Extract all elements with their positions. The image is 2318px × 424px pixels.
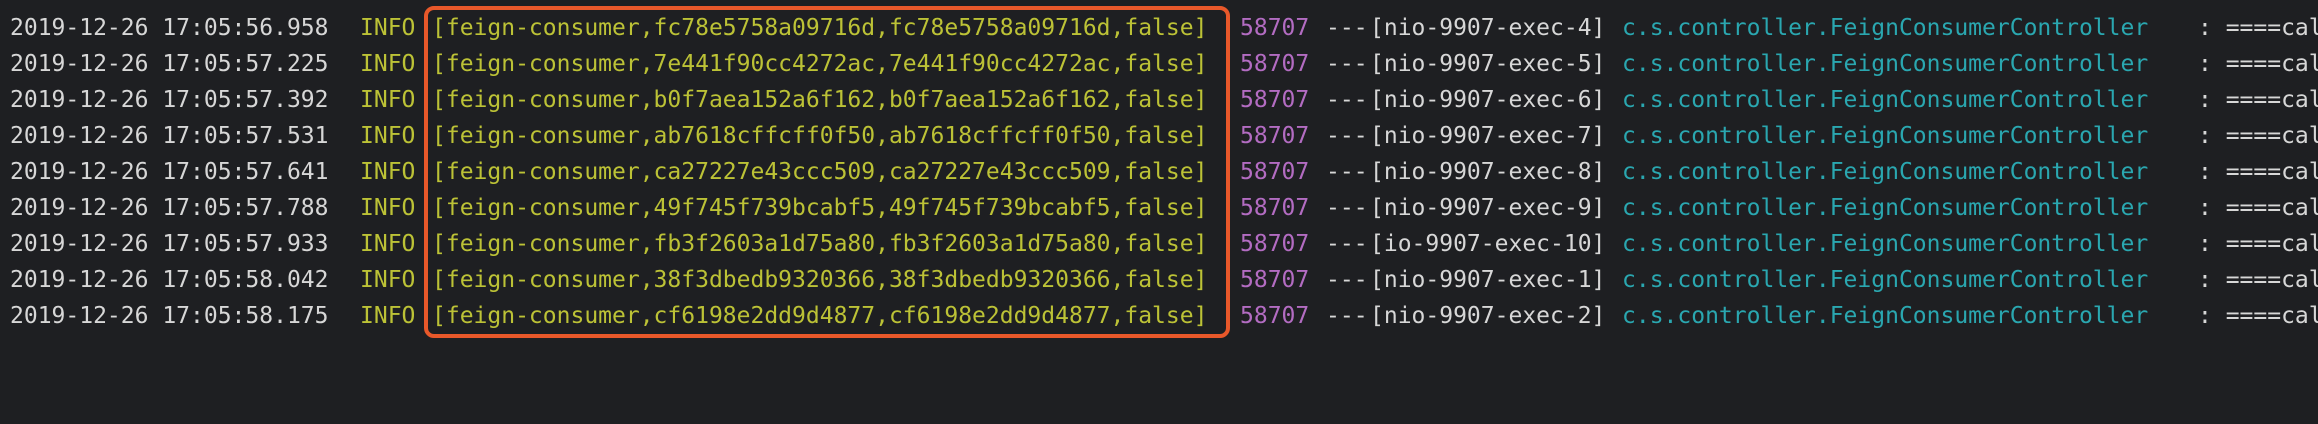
log-separator: --- [1326, 231, 1368, 257]
log-message: : ====cal [2198, 87, 2318, 113]
log-message: : ====cal [2198, 51, 2318, 77]
log-separator: --- [1326, 267, 1368, 293]
log-logger: c.s.controller.FeignConsumerController [1622, 87, 2149, 113]
log-thread: [nio-9907-exec-1] [1370, 267, 1606, 293]
log-logger: c.s.controller.FeignConsumerController [1622, 159, 2149, 185]
log-trace-info: [feign-consumer,ab7618cffcff0f50,ab7618c… [432, 123, 1208, 149]
log-thread: [nio-9907-exec-6] [1370, 87, 1606, 113]
log-thread: [nio-9907-exec-8] [1370, 159, 1606, 185]
log-pid: 58707 [1240, 123, 1310, 149]
log-line: 2019-12-26 17:05:57.933 INFO [feign-cons… [10, 226, 2318, 262]
log-message: : ====cal [2198, 123, 2318, 149]
log-separator: --- [1326, 159, 1368, 185]
log-pid: 58707 [1240, 267, 1310, 293]
log-trace-info: [feign-consumer,49f745f739bcabf5,49f745f… [432, 195, 1208, 221]
log-trace-info: [feign-consumer,fc78e5758a09716d,fc78e57… [432, 15, 1208, 41]
log-level: INFO [360, 123, 416, 149]
log-logger: c.s.controller.FeignConsumerController [1622, 267, 2149, 293]
log-level: INFO [360, 159, 416, 185]
log-line: 2019-12-26 17:05:57.225 INFO [feign-cons… [10, 46, 2318, 82]
terminal-output[interactable]: 2019-12-26 17:05:56.958 INFO [feign-cons… [0, 0, 2318, 424]
log-timestamp: 2019-12-26 17:05:58.175 [10, 303, 329, 329]
log-separator: --- [1326, 87, 1368, 113]
log-line: 2019-12-26 17:05:58.175 INFO [feign-cons… [10, 298, 2318, 334]
log-separator: --- [1326, 195, 1368, 221]
log-level: INFO [360, 87, 416, 113]
log-pid: 58707 [1240, 51, 1310, 77]
log-message: : ====cal [2198, 195, 2318, 221]
log-level: INFO [360, 267, 416, 293]
log-logger: c.s.controller.FeignConsumerController [1622, 195, 2149, 221]
log-trace-info: [feign-consumer,b0f7aea152a6f162,b0f7aea… [432, 87, 1208, 113]
log-timestamp: 2019-12-26 17:05:57.788 [10, 195, 329, 221]
log-timestamp: 2019-12-26 17:05:56.958 [10, 15, 329, 41]
log-trace-info: [feign-consumer,7e441f90cc4272ac,7e441f9… [432, 51, 1208, 77]
log-timestamp: 2019-12-26 17:05:57.392 [10, 87, 329, 113]
log-logger: c.s.controller.FeignConsumerController [1622, 15, 2149, 41]
log-timestamp: 2019-12-26 17:05:57.933 [10, 231, 329, 257]
log-line: 2019-12-26 17:05:57.788 INFO [feign-cons… [10, 190, 2318, 226]
log-pid: 58707 [1240, 231, 1310, 257]
log-level: INFO [360, 231, 416, 257]
log-line: 2019-12-26 17:05:58.042 INFO [feign-cons… [10, 262, 2318, 298]
log-line: 2019-12-26 17:05:57.392 INFO [feign-cons… [10, 82, 2318, 118]
log-thread: [nio-9907-exec-5] [1370, 51, 1606, 77]
log-logger: c.s.controller.FeignConsumerController [1622, 123, 2149, 149]
log-timestamp: 2019-12-26 17:05:57.225 [10, 51, 329, 77]
log-thread: [nio-9907-exec-4] [1370, 15, 1606, 41]
log-trace-info: [feign-consumer,cf6198e2dd9d4877,cf6198e… [432, 303, 1208, 329]
log-separator: --- [1326, 15, 1368, 41]
log-level: INFO [360, 51, 416, 77]
log-thread: [nio-9907-exec-2] [1370, 303, 1606, 329]
log-logger: c.s.controller.FeignConsumerController [1622, 231, 2149, 257]
log-separator: --- [1326, 123, 1368, 149]
log-thread: [io-9907-exec-10] [1370, 231, 1606, 257]
log-trace-info: [feign-consumer,38f3dbedb9320366,38f3dbe… [432, 267, 1208, 293]
log-message: : ====cal [2198, 267, 2318, 293]
log-level: INFO [360, 303, 416, 329]
log-trace-info: [feign-consumer,fb3f2603a1d75a80,fb3f260… [432, 231, 1208, 257]
log-line: 2019-12-26 17:05:57.531 INFO [feign-cons… [10, 118, 2318, 154]
log-line: 2019-12-26 17:05:57.641 INFO [feign-cons… [10, 154, 2318, 190]
log-message: : ====cal [2198, 303, 2318, 329]
log-timestamp: 2019-12-26 17:05:57.641 [10, 159, 329, 185]
log-level: INFO [360, 195, 416, 221]
log-pid: 58707 [1240, 15, 1310, 41]
log-thread: [nio-9907-exec-9] [1370, 195, 1606, 221]
log-pid: 58707 [1240, 87, 1310, 113]
log-line: 2019-12-26 17:05:56.958 INFO [feign-cons… [10, 10, 2318, 46]
log-message: : ====cal [2198, 15, 2318, 41]
log-logger: c.s.controller.FeignConsumerController [1622, 51, 2149, 77]
log-pid: 58707 [1240, 159, 1310, 185]
log-message: : ====cal [2198, 159, 2318, 185]
log-thread: [nio-9907-exec-7] [1370, 123, 1606, 149]
log-pid: 58707 [1240, 303, 1310, 329]
log-trace-info: [feign-consumer,ca27227e43ccc509,ca27227… [432, 159, 1208, 185]
log-timestamp: 2019-12-26 17:05:58.042 [10, 267, 329, 293]
log-pid: 58707 [1240, 195, 1310, 221]
log-separator: --- [1326, 51, 1368, 77]
log-message: : ====cal [2198, 231, 2318, 257]
log-separator: --- [1326, 303, 1368, 329]
log-logger: c.s.controller.FeignConsumerController [1622, 303, 2149, 329]
log-timestamp: 2019-12-26 17:05:57.531 [10, 123, 329, 149]
log-level: INFO [360, 15, 416, 41]
